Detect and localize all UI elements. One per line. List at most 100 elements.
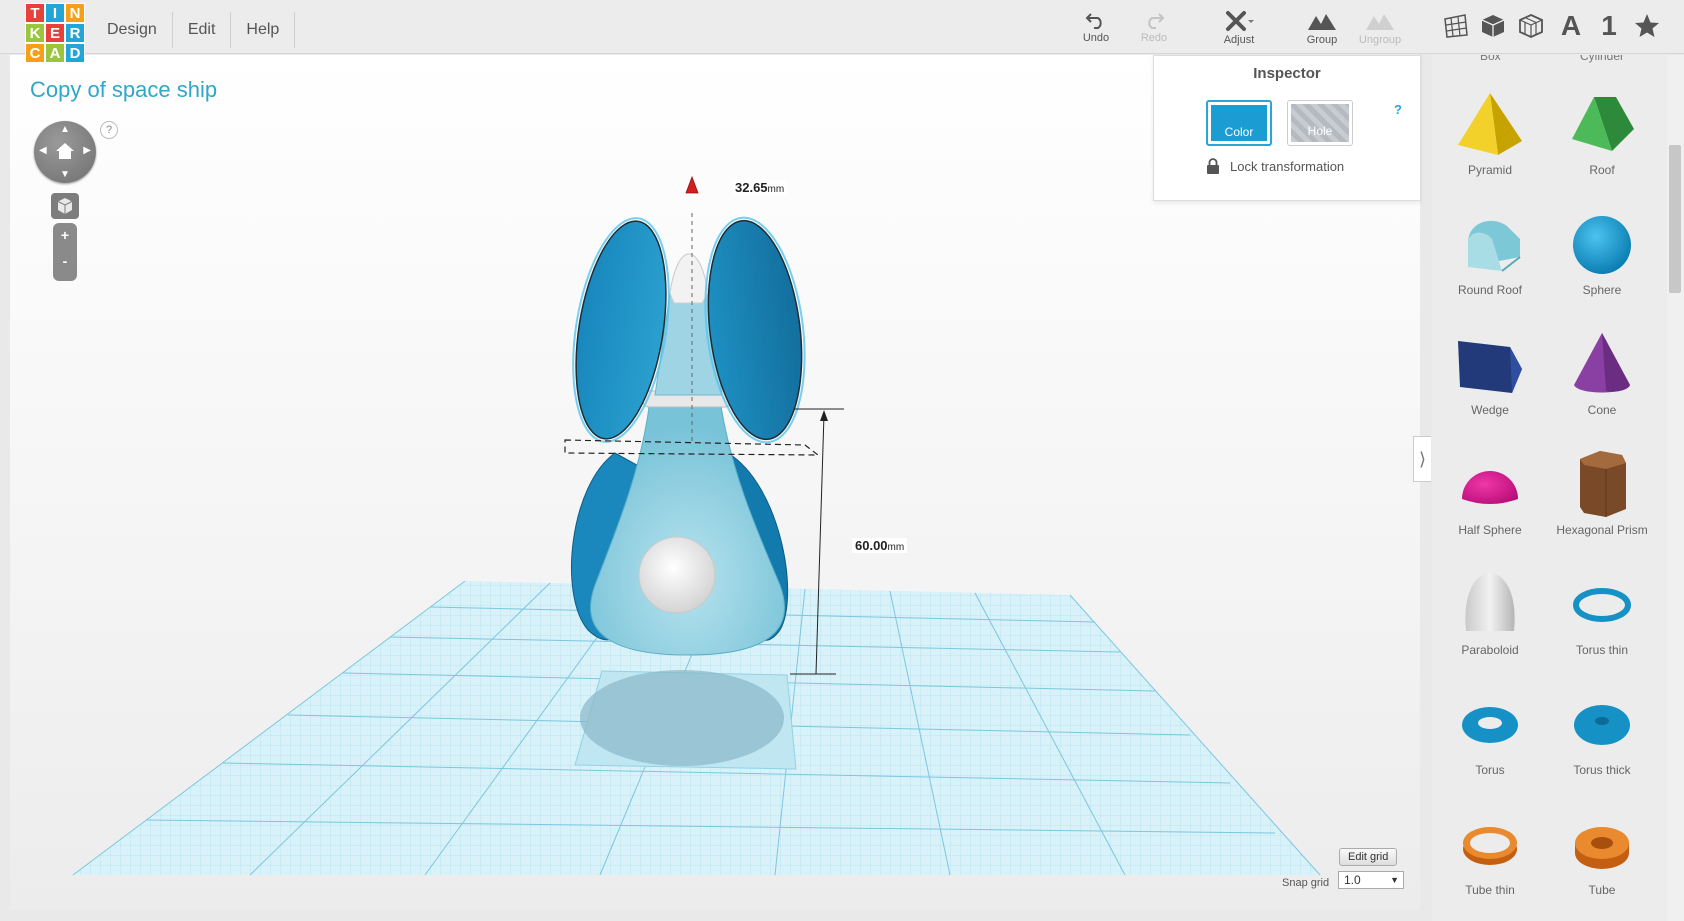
shape-label: Torus: [1475, 763, 1505, 777]
shape-label: Paraboloid: [1461, 643, 1519, 657]
shape-round-roof[interactable]: Round Roof: [1434, 209, 1546, 327]
orbit-right-icon[interactable]: ▶: [83, 145, 91, 156]
width-value: 32.65: [735, 180, 768, 195]
wireframe-cube-icon: [1519, 14, 1543, 38]
shape-label: Cone: [1587, 403, 1617, 417]
shapes-panel: Box Cylinder Pyramid Roof Round Roof Sph…: [1432, 55, 1667, 921]
height-dimension-label[interactable]: 60.00mm: [852, 538, 908, 553]
shape-torus[interactable]: Torus: [1434, 689, 1546, 807]
shape-roof[interactable]: Roof: [1546, 89, 1658, 207]
tinkercad-app: T I N K E R C A D Design Edit Help Undo …: [0, 0, 1684, 921]
shapes-scrollbar[interactable]: [1667, 55, 1684, 921]
text-tool-icon[interactable]: A: [1555, 10, 1587, 42]
wireframe-view-button[interactable]: [1515, 10, 1547, 42]
top-toolbar: T I N K E R C A D Design Edit Help Undo …: [0, 0, 1684, 63]
width-unit: mm: [767, 184, 785, 195]
logo-letter: K: [25, 23, 45, 43]
scrollbar-thumb[interactable]: [1669, 145, 1681, 293]
width-dimension-label[interactable]: 32.65mm: [732, 180, 788, 195]
shape-label: Half Sphere: [1458, 523, 1522, 537]
shape-wedge[interactable]: Wedge: [1434, 329, 1546, 447]
ungroup-button[interactable]: Ungroup: [1352, 8, 1408, 48]
view-cube-button[interactable]: [51, 193, 79, 219]
number-tool-icon[interactable]: 1: [1593, 10, 1625, 42]
zoom-in-button[interactable]: +: [53, 227, 77, 243]
solid-view-button[interactable]: [1477, 10, 1509, 42]
redo-button[interactable]: Redo: [1126, 8, 1182, 48]
shape-hexagonal-prism[interactable]: Hexagonal Prism: [1546, 449, 1658, 567]
round-roof-icon: [1468, 220, 1521, 272]
snap-grid-value: 1.0: [1344, 873, 1361, 887]
hole-button[interactable]: Hole: [1287, 100, 1353, 146]
cube-icon: [1481, 15, 1505, 37]
inspector-title: Inspector: [1253, 65, 1321, 82]
logo-letter: C: [25, 43, 45, 63]
shape-paraboloid[interactable]: Paraboloid: [1434, 569, 1546, 687]
tube-thin-icon: [1463, 827, 1517, 865]
collapse-panel-button[interactable]: ⟩: [1413, 436, 1431, 482]
shape-tube-thin[interactable]: Tube thin: [1434, 809, 1546, 921]
orbit-down-icon[interactable]: ▼: [60, 169, 70, 180]
shape-label: Tube: [1588, 883, 1616, 897]
orbit-up-icon[interactable]: ▲: [60, 124, 70, 135]
lock-transformation-toggle[interactable]: Lock transformation: [1206, 158, 1344, 174]
nav-help-button[interactable]: ?: [100, 121, 118, 139]
favorites-button[interactable]: [1631, 10, 1663, 42]
menu-help[interactable]: Help: [231, 12, 296, 48]
group-label: Group: [1306, 34, 1338, 46]
orbit-left-icon[interactable]: ◀: [39, 145, 47, 156]
hole-label: Hole: [1291, 104, 1349, 142]
logo-letter: E: [45, 23, 65, 43]
grid-view-icon: [1444, 14, 1468, 38]
shape-label-cut: Box: [1480, 55, 1501, 63]
grid-view-button[interactable]: [1440, 10, 1472, 42]
redo-icon: [1148, 13, 1165, 29]
snap-grid-select[interactable]: 1.0 ▼: [1338, 871, 1404, 889]
ungroup-icon: [1366, 14, 1394, 30]
undo-button[interactable]: Undo: [1068, 8, 1124, 48]
zoom-out-button[interactable]: -: [53, 253, 77, 269]
adjust-tools-icon: [1226, 11, 1254, 31]
shape-pyramid[interactable]: Pyramid: [1434, 89, 1546, 207]
shape-label: Torus thick: [1573, 763, 1631, 777]
cone-icon: [1574, 333, 1630, 393]
shape-tube[interactable]: Tube: [1546, 809, 1658, 921]
snap-grid-label: Snap grid: [1282, 877, 1330, 889]
shape-torus-thick[interactable]: Torus thick: [1546, 689, 1658, 807]
tinkercad-logo[interactable]: T I N K E R C A D: [25, 3, 85, 63]
lock-icon: [1207, 158, 1219, 174]
shape-half-sphere[interactable]: Half Sphere: [1434, 449, 1546, 567]
logo-letter: N: [65, 3, 85, 23]
wedge-icon: [1458, 341, 1522, 393]
half-sphere-icon: [1462, 471, 1518, 504]
group-button[interactable]: Group: [1294, 8, 1350, 48]
hexagonal-prism-icon: [1580, 451, 1626, 517]
shape-torus-thin[interactable]: Torus thin: [1546, 569, 1658, 687]
view-cube-icon: [57, 198, 73, 214]
menu-edit[interactable]: Edit: [173, 12, 232, 48]
edit-grid-button[interactable]: Edit grid: [1339, 848, 1398, 866]
shape-label: Torus thin: [1575, 643, 1629, 657]
adjust-button[interactable]: Adjust: [1211, 8, 1267, 48]
home-view-icon[interactable]: [55, 142, 75, 160]
shape-cone[interactable]: Cone: [1546, 329, 1658, 447]
shape-label: Pyramid: [1467, 163, 1512, 177]
shape-sphere[interactable]: Sphere: [1546, 209, 1658, 327]
orbit-control[interactable]: ▲ ▼ ◀ ▶: [34, 121, 96, 183]
adjust-label: Adjust: [1223, 34, 1255, 46]
menu-design[interactable]: Design: [92, 12, 173, 48]
sphere-icon: [1573, 216, 1631, 274]
inspector-help-button[interactable]: ?: [1394, 102, 1402, 117]
shape-label: Tube thin: [1465, 883, 1515, 897]
group-icon: [1308, 14, 1336, 30]
height-handle-icon[interactable]: [685, 175, 699, 194]
main-menu: Design Edit Help: [92, 12, 296, 48]
color-button[interactable]: Color: [1206, 100, 1272, 146]
pyramid-icon: [1458, 93, 1522, 155]
tube-icon: [1575, 827, 1629, 869]
logo-letter: A: [45, 43, 65, 63]
undo-icon: [1085, 13, 1102, 29]
lock-label: Lock transformation: [1230, 158, 1345, 174]
roof-icon: [1572, 97, 1634, 151]
shape-label: Sphere: [1582, 283, 1622, 297]
